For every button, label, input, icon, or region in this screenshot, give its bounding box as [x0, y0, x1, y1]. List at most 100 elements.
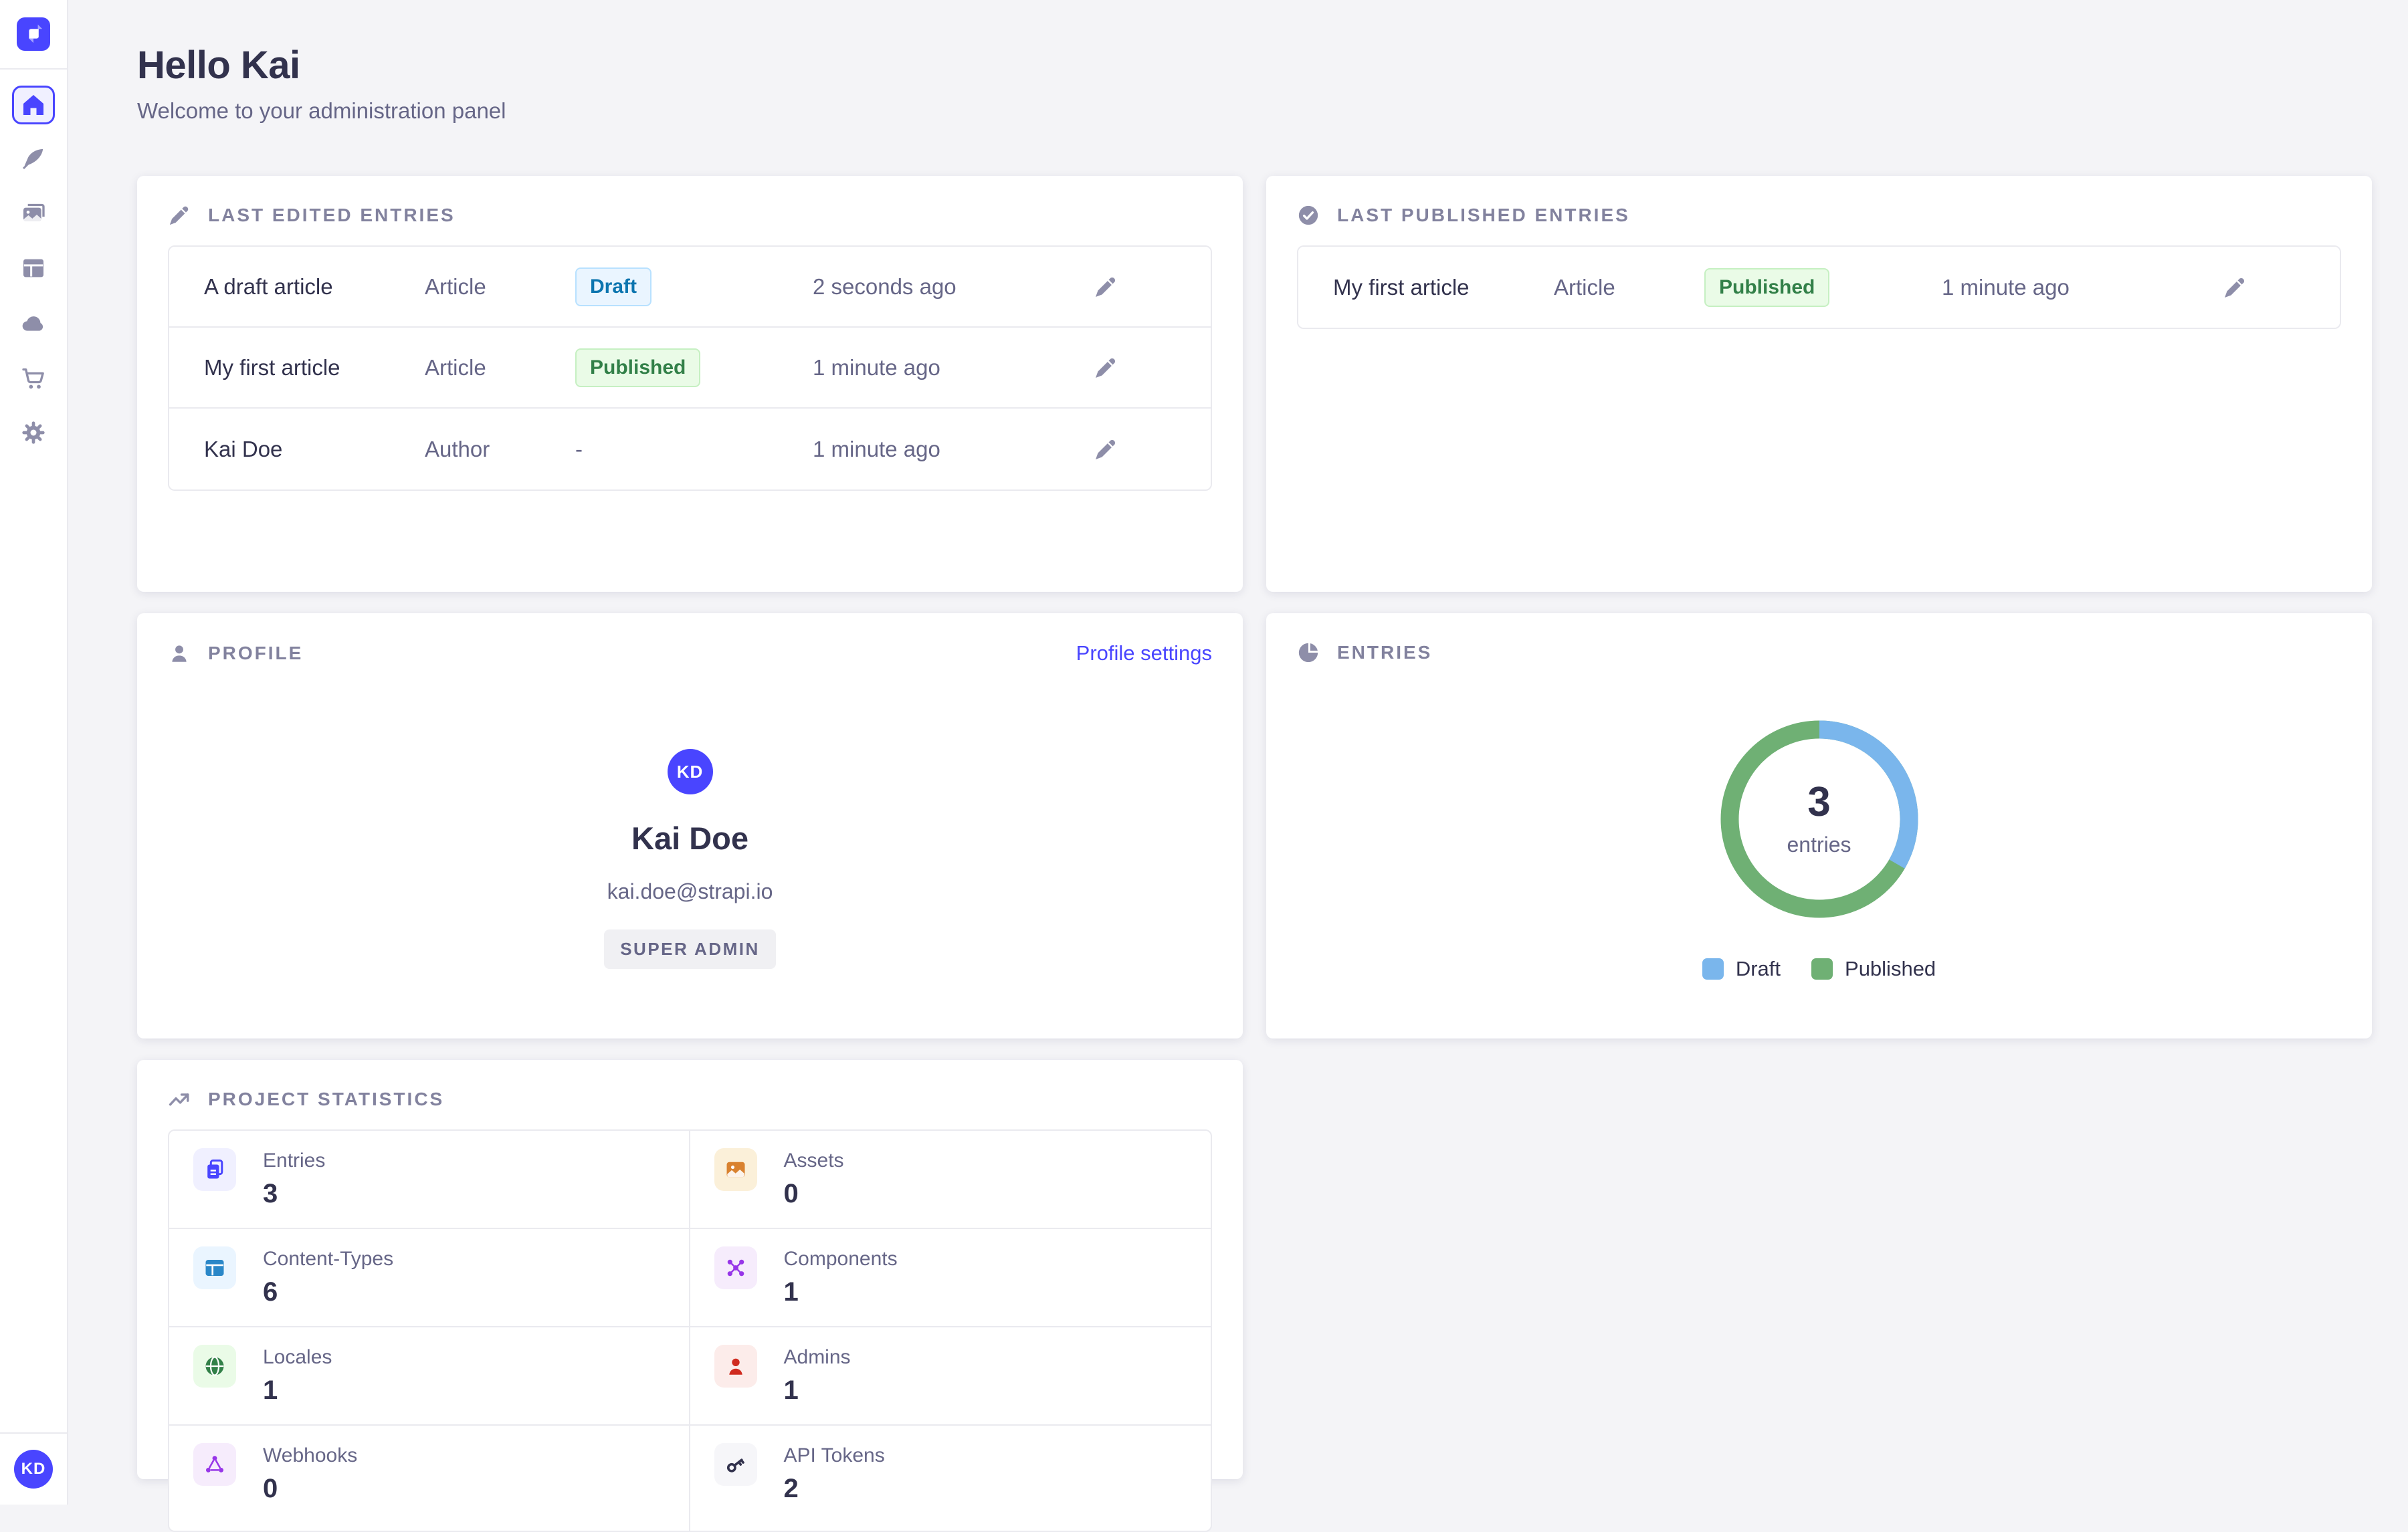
entry-time: 1 minute ago	[1942, 275, 2223, 300]
home-icon	[20, 92, 47, 118]
sidebar-nav	[12, 86, 55, 467]
sidebar-item-marketplace[interactable]	[13, 357, 54, 399]
stat-api-tokens: API Tokens 2	[690, 1426, 1211, 1531]
entry-type: Article	[1554, 275, 1704, 300]
entry-type: Author	[425, 437, 575, 462]
legend-label: Draft	[1736, 957, 1781, 981]
table-row[interactable]: My first article Article Published 1 min…	[169, 328, 1211, 409]
profile-body: KD Kai Doe kai.doe@strapi.io SUPER ADMIN	[137, 749, 1243, 969]
sidebar-item-settings[interactable]	[13, 412, 54, 453]
sidebar-item-content-manager[interactable]	[13, 138, 54, 179]
entries-donut-chart: 3 entries	[1719, 719, 1920, 919]
stat-value: 1	[263, 1376, 332, 1406]
stat-value: 1	[784, 1376, 851, 1406]
stat-label: Content-Types	[263, 1248, 393, 1271]
legend-swatch-published	[1811, 958, 1833, 980]
admins-user-icon	[714, 1345, 757, 1388]
entry-name: Kai Doe	[204, 437, 425, 462]
card-head: PROFILE Profile settings	[137, 613, 1243, 665]
edit-pencil-icon[interactable]	[1094, 275, 1176, 299]
avatar: KD	[668, 749, 713, 794]
card-head: ENTRIES	[1266, 613, 2372, 664]
components-icon	[714, 1246, 757, 1289]
media-library-icon	[20, 200, 47, 227]
card-head: LAST EDITED ENTRIES	[137, 176, 1243, 227]
page-subtitle: Welcome to your administration panel	[137, 98, 506, 124]
webhooks-icon	[193, 1443, 236, 1486]
sidebar-bottom-divider	[0, 1432, 68, 1434]
status-badge: -	[575, 437, 583, 462]
table-row[interactable]: Kai Doe Author - 1 minute ago	[169, 409, 1211, 489]
cloud-icon	[20, 310, 47, 336]
trend-up-icon	[168, 1088, 191, 1111]
sidebar-item-cloud[interactable]	[13, 302, 54, 344]
stat-value: 2	[784, 1474, 885, 1504]
entry-time: 1 minute ago	[813, 437, 1094, 462]
card-title: PROJECT STATISTICS	[208, 1089, 444, 1110]
legend-item-published: Published	[1811, 957, 1936, 981]
entry-name: A draft article	[204, 274, 425, 300]
table-row[interactable]: A draft article Article Draft 2 seconds …	[169, 247, 1211, 328]
entry-time: 2 seconds ago	[813, 274, 1094, 300]
sidebar-bottom: KD	[0, 1432, 68, 1505]
sidebar-item-content-type-builder[interactable]	[13, 247, 54, 289]
assets-image-icon	[714, 1148, 757, 1191]
sidebar-item-media-library[interactable]	[13, 193, 54, 234]
profile-name: Kai Doe	[631, 820, 748, 857]
page-header: Hello Kai Welcome to your administration…	[137, 43, 506, 124]
stat-locales: Locales 1	[169, 1327, 690, 1426]
entry-name: My first article	[204, 355, 425, 380]
entries-doc-icon	[193, 1148, 236, 1191]
pencil-icon	[168, 204, 191, 227]
entry-type: Article	[425, 274, 575, 300]
locales-globe-icon	[193, 1345, 236, 1388]
project-statistics-card: PROJECT STATISTICS Entries 3 Assets 0	[137, 1060, 1243, 1479]
edit-pencil-icon[interactable]	[1094, 437, 1176, 461]
stat-value: 6	[263, 1277, 393, 1307]
profile-email: kai.doe@strapi.io	[607, 879, 773, 904]
content-type-builder-icon	[20, 255, 47, 282]
entry-name: My first article	[1333, 275, 1554, 300]
stat-webhooks: Webhooks 0	[169, 1426, 690, 1531]
page-title: Hello Kai	[137, 43, 506, 88]
strapi-logo-icon	[21, 22, 45, 46]
user-avatar[interactable]: KD	[14, 1450, 53, 1489]
stat-label: API Tokens	[784, 1444, 885, 1467]
profile-settings-link[interactable]: Profile settings	[1076, 641, 1212, 665]
card-head: PROJECT STATISTICS	[137, 1060, 1243, 1111]
entries-total: 3	[1807, 782, 1830, 823]
stats-grid: Entries 3 Assets 0 Content-Types 6	[168, 1129, 1212, 1532]
stat-entries: Entries 3	[169, 1131, 690, 1229]
status-badge: Draft	[575, 267, 651, 306]
status-badge: Published	[575, 348, 700, 387]
stat-value: 0	[784, 1179, 844, 1209]
pie-chart-icon	[1297, 641, 1320, 664]
stat-components: Components 1	[690, 1229, 1211, 1327]
sidebar-divider	[0, 68, 68, 70]
edit-pencil-icon[interactable]	[2223, 276, 2305, 300]
stat-label: Locales	[263, 1346, 332, 1369]
stat-label: Assets	[784, 1150, 844, 1172]
stat-value: 3	[263, 1179, 325, 1209]
card-title: LAST EDITED ENTRIES	[208, 205, 456, 226]
settings-gear-icon	[20, 419, 47, 446]
sidebar-item-home[interactable]	[12, 86, 55, 124]
card-title: LAST PUBLISHED ENTRIES	[1337, 205, 1630, 226]
content-manager-feather-icon	[20, 145, 47, 172]
chart-legend: Draft Published	[1702, 957, 1936, 981]
entry-time: 1 minute ago	[813, 355, 1094, 380]
marketplace-cart-icon	[20, 364, 47, 391]
table-row[interactable]: My first article Article Published 1 min…	[1298, 247, 2340, 328]
stat-admins: Admins 1	[690, 1327, 1211, 1426]
strapi-logo[interactable]	[17, 17, 50, 51]
last-edited-table: A draft article Article Draft 2 seconds …	[168, 245, 1212, 491]
last-published-table: My first article Article Published 1 min…	[1297, 245, 2341, 329]
card-title: ENTRIES	[1337, 642, 1432, 663]
edit-pencil-icon[interactable]	[1094, 356, 1176, 380]
check-circle-icon	[1297, 204, 1320, 227]
content-types-icon	[193, 1246, 236, 1289]
stat-assets: Assets 0	[690, 1131, 1211, 1229]
legend-swatch-draft	[1702, 958, 1724, 980]
entry-type: Article	[425, 355, 575, 380]
entries-total-label: entries	[1787, 833, 1851, 857]
